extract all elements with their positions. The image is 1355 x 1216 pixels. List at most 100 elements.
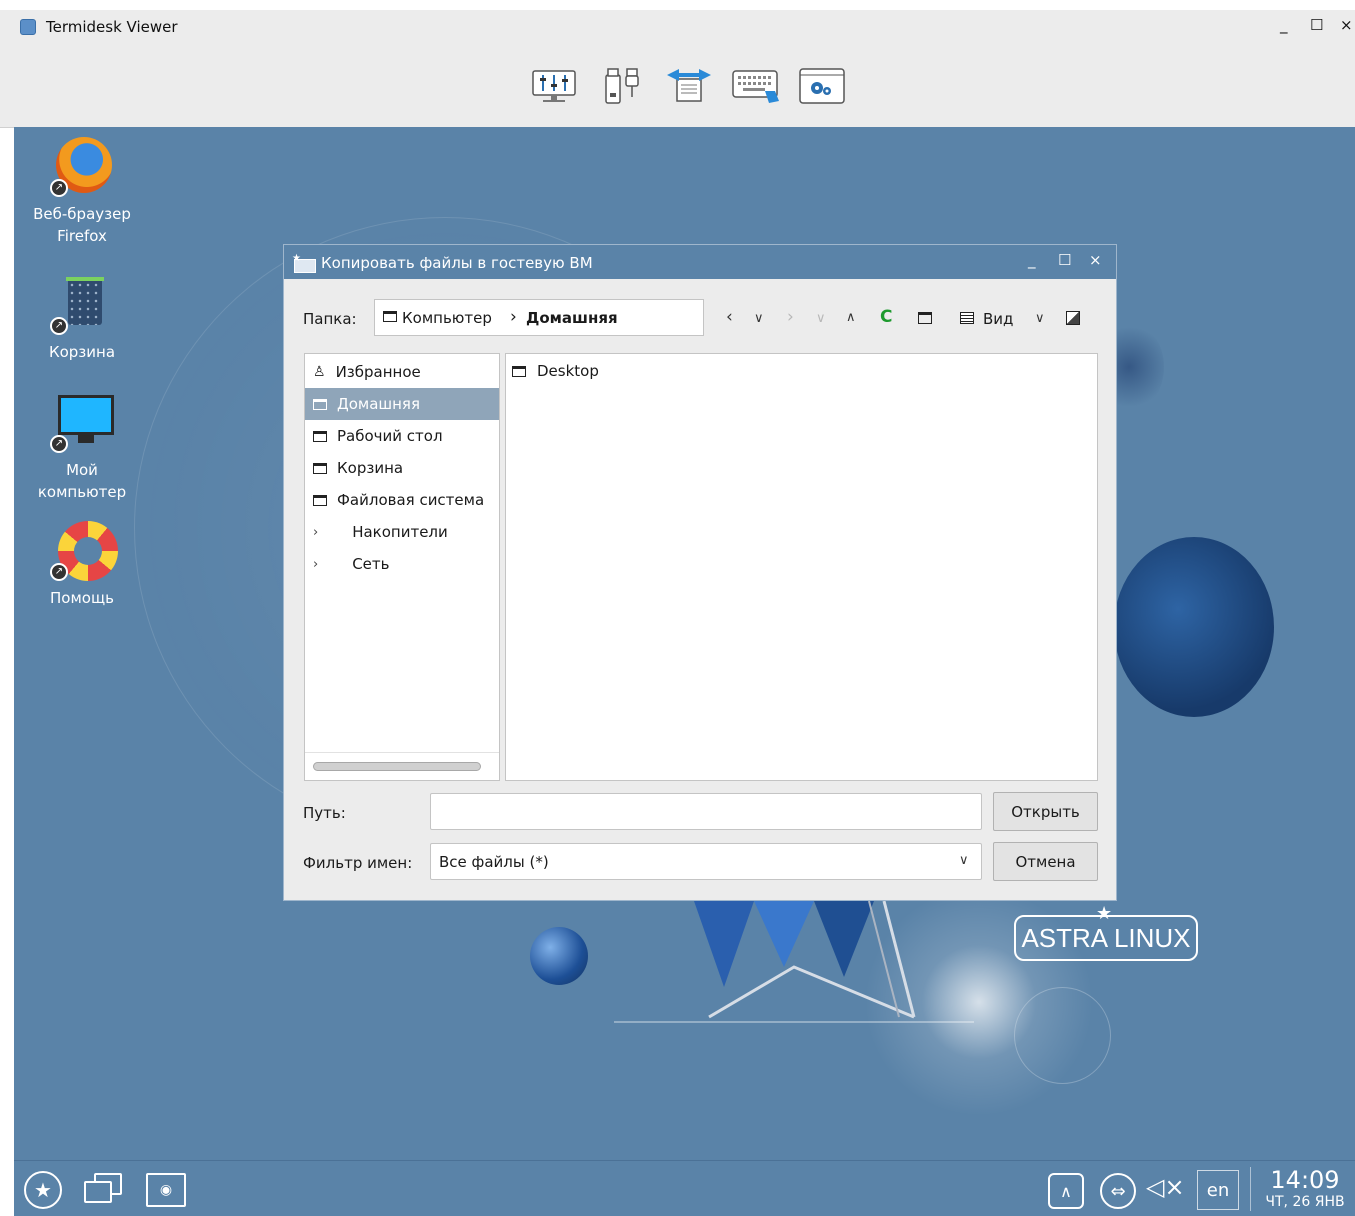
filter-label: Фильтр имен: [303, 854, 413, 872]
sidebar-item-drives[interactable]: › Накопители [305, 516, 499, 548]
desktop-icon-computer[interactable]: ↗ Мой компьютер [22, 391, 142, 503]
desktop-icon-label: компьютер [37, 483, 127, 501]
sidebar-item-label: Домашняя [337, 395, 420, 413]
breadcrumb-home[interactable]: Домашняя [526, 309, 618, 327]
sidebar-item-label: Файловая система [337, 491, 485, 509]
sidebar-item-label: Сеть [352, 555, 390, 573]
sidebar-item-trash[interactable]: Корзина [305, 452, 499, 484]
person-icon: ♙ [313, 364, 326, 380]
computer-icon: ↗ [50, 391, 114, 455]
history-dropdown-icon[interactable]: ∨ [754, 311, 764, 326]
file-list: Desktop [505, 353, 1098, 781]
usb-devices-icon[interactable] [598, 68, 646, 104]
horizontal-scrollbar[interactable] [313, 762, 481, 771]
background-small-sphere [530, 927, 588, 985]
sidebar-item-network[interactable]: › Сеть [305, 548, 499, 580]
parent-folder-icon[interactable]: ∧ [846, 310, 856, 325]
folder-label: Папка: [303, 310, 357, 328]
path-label: Путь: [303, 804, 346, 822]
scrollbar-track [305, 752, 499, 753]
preferences-icon[interactable] [798, 68, 846, 104]
tray-expand-icon[interactable]: ∧ [1048, 1173, 1084, 1209]
forward-dropdown-icon[interactable]: ∨ [816, 311, 826, 326]
dialog-titlebar: ★ Копировать файлы в гостевую ВМ _ ☐ × [284, 245, 1116, 279]
breadcrumb-separator: › [510, 307, 517, 327]
usb-icon[interactable]: ⇔ [1100, 1173, 1136, 1209]
new-folder-icon[interactable] [918, 312, 932, 324]
show-desktop-icon[interactable]: ◉ [146, 1173, 186, 1207]
dialog-title: Копировать файлы в гостевую ВМ [321, 254, 593, 272]
sidebar-item-filesystem[interactable]: Файловая система [305, 484, 499, 516]
viewer-minimize-button[interactable]: _ [1280, 16, 1288, 34]
file-item-desktop[interactable]: Desktop [512, 360, 599, 382]
back-icon[interactable]: ‹ [726, 307, 733, 327]
dialog-maximize-button[interactable]: ☐ [1058, 251, 1071, 269]
sidebar-item-desktop[interactable]: Рабочий стол [305, 420, 499, 452]
background-ring [1014, 987, 1111, 1084]
viewer-titlebar: Termidesk Viewer _ ☐ × [0, 10, 1355, 45]
trash-icon: ↗ [50, 273, 114, 337]
sidebar-item-favorites[interactable]: ♙ Избранное [305, 356, 499, 388]
viewer-toolbar [0, 45, 1355, 128]
keyboard-icon[interactable] [730, 68, 782, 104]
view-list-icon[interactable] [960, 312, 974, 324]
preview-image-icon[interactable] [1066, 311, 1080, 325]
start-menu-icon[interactable]: ★ [24, 1171, 62, 1209]
chevron-down-icon: ∨ [959, 853, 969, 868]
viewer-maximize-button[interactable]: ☐ [1310, 16, 1323, 34]
sidebar-item-label: Рабочий стол [337, 427, 443, 445]
desktop-icon-label: Помощь [50, 589, 114, 607]
tray-divider [1250, 1167, 1251, 1211]
folder-breadcrumb[interactable]: Компьютер › Домашняя [374, 299, 704, 336]
cancel-button[interactable]: Отмена [993, 842, 1098, 881]
windows-icon[interactable] [84, 1173, 124, 1207]
sidebar-item-label: Корзина [337, 459, 404, 477]
folder-icon [512, 365, 526, 377]
view-menu-button[interactable]: Вид [983, 310, 1013, 328]
file-item-label: Desktop [537, 362, 599, 380]
open-button[interactable]: Открыть [993, 792, 1098, 831]
desktop-icon-label: Корзина [48, 343, 116, 361]
desktop-icon-trash[interactable]: ↗ Корзина [22, 273, 142, 363]
desktop-icon-label: Мой [66, 461, 98, 479]
settings-sliders-icon[interactable] [530, 68, 578, 104]
path-input[interactable] [430, 793, 982, 830]
desktop-icon-label: Веб-браузер [33, 205, 131, 223]
refresh-icon[interactable]: C [880, 307, 892, 327]
termidesk-app-icon [20, 19, 36, 35]
places-sidebar: ♙ Избранное Домашняя Рабочий стол Корзин… [304, 353, 500, 781]
filter-value: Все файлы (*) [439, 853, 549, 871]
folder-icon [313, 494, 327, 506]
viewer-title: Termidesk Viewer [46, 18, 178, 36]
sidebar-item-home[interactable]: Домашняя [305, 388, 499, 420]
volume-muted-icon[interactable]: ◁× [1146, 1173, 1185, 1201]
clock-time: 14:09 [1270, 1166, 1340, 1194]
copy-files-dialog: ★ Копировать файлы в гостевую ВМ _ ☐ × П… [283, 244, 1117, 901]
keyboard-layout-indicator[interactable]: en [1197, 1170, 1239, 1210]
firefox-icon: ↗ [50, 135, 114, 199]
file-transfer-icon[interactable] [664, 68, 714, 104]
dialog-minimize-button[interactable]: _ [1028, 251, 1036, 269]
desktop-icon-label: Firefox [57, 227, 107, 245]
dialog-close-button[interactable]: × [1089, 251, 1102, 269]
folder-icon [383, 311, 397, 322]
breadcrumb-computer[interactable]: Компьютер [402, 309, 492, 327]
filter-select[interactable]: Все файлы (*) ∨ [430, 843, 982, 880]
forward-icon[interactable]: › [787, 307, 794, 327]
taskbar: ★ ◉ ∧ ⇔ ◁× en 14:09 ЧТ, 26 ЯНВ [14, 1160, 1355, 1216]
sidebar-item-label: Избранное [335, 363, 421, 381]
copy-files-app-icon: ★ [292, 253, 316, 273]
expand-icon[interactable]: › [313, 557, 318, 572]
desktop-icon-firefox[interactable]: ↗ Веб-браузер Firefox [22, 135, 142, 247]
view-dropdown-icon[interactable]: ∨ [1035, 311, 1045, 326]
sidebar-item-label: Накопители [352, 523, 448, 541]
viewer-close-button[interactable]: × [1340, 16, 1353, 34]
clock-date: ЧТ, 26 ЯНВ [1265, 1194, 1345, 1210]
folder-icon [313, 430, 327, 442]
desktop-icon-help[interactable]: ↗ Помощь [22, 519, 142, 609]
astra-star-icon: ★ [1096, 903, 1113, 924]
folder-icon [313, 398, 327, 410]
expand-icon[interactable]: › [313, 525, 318, 540]
clock[interactable]: 14:09 ЧТ, 26 ЯНВ [1260, 1167, 1350, 1211]
background-sphere [1114, 537, 1274, 717]
